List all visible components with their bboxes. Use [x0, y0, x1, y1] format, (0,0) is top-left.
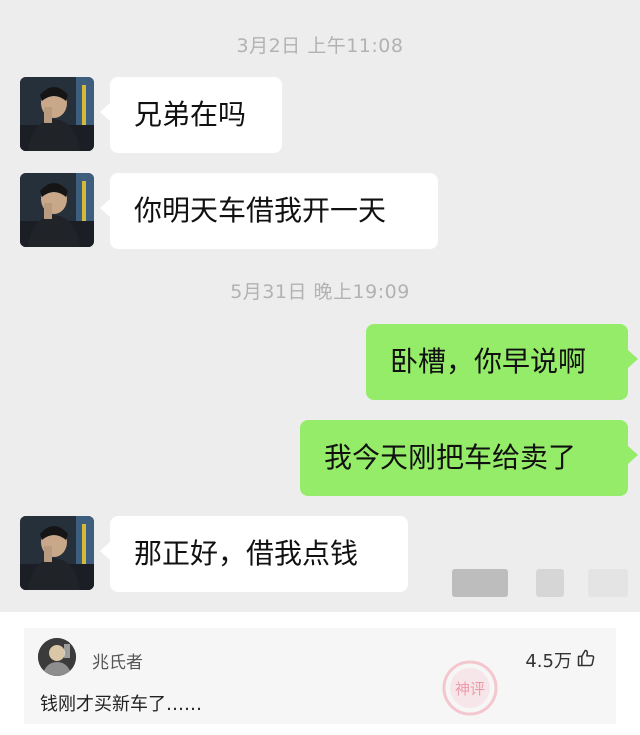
comment-text: 钱刚才买新车了…… — [40, 694, 202, 715]
message-text: 那正好，借我点钱 — [134, 537, 359, 570]
thumbs-up-icon — [576, 648, 596, 673]
message-text: 我今天刚把车给卖了 — [324, 441, 577, 474]
chat-screenshot: 3月2日 上午11:08 兄弟在吗 你明天车借我开一天 5月31日 晚上19:0… — [0, 0, 640, 612]
watermark-text: 神评 — [455, 680, 485, 698]
commenter-avatar[interactable] — [38, 638, 76, 676]
like-button[interactable]: 4.5万 — [525, 647, 596, 673]
timestamp: 5月31日 晚上19:09 — [230, 281, 410, 303]
timestamp: 3月2日 上午11:08 — [236, 35, 404, 57]
outgoing-message-bubble: 卧槽，你早说啊 — [366, 324, 638, 400]
message-text: 卧槽，你早说啊 — [390, 345, 587, 378]
message-text: 兄弟在吗 — [134, 98, 247, 131]
incoming-message-bubble: 那正好，借我点钱 — [100, 516, 408, 592]
like-count: 4.5万 — [525, 651, 572, 672]
outgoing-message-bubble: 我今天刚把车给卖了 — [300, 420, 638, 496]
contact-avatar[interactable] — [20, 173, 94, 247]
comment-card: 兆氏者 4.5万 钱刚才买新车了…… — [24, 628, 616, 724]
contact-avatar[interactable] — [20, 516, 94, 590]
blurred-area — [452, 569, 632, 597]
message-text: 你明天车借我开一天 — [134, 194, 387, 227]
incoming-message-bubble: 你明天车借我开一天 — [100, 173, 438, 249]
watermark-stamp: 神评 — [430, 648, 510, 728]
incoming-message-bubble: 兄弟在吗 — [100, 77, 282, 153]
commenter-username[interactable]: 兆氏者 — [92, 648, 143, 673]
contact-avatar[interactable] — [20, 77, 94, 151]
